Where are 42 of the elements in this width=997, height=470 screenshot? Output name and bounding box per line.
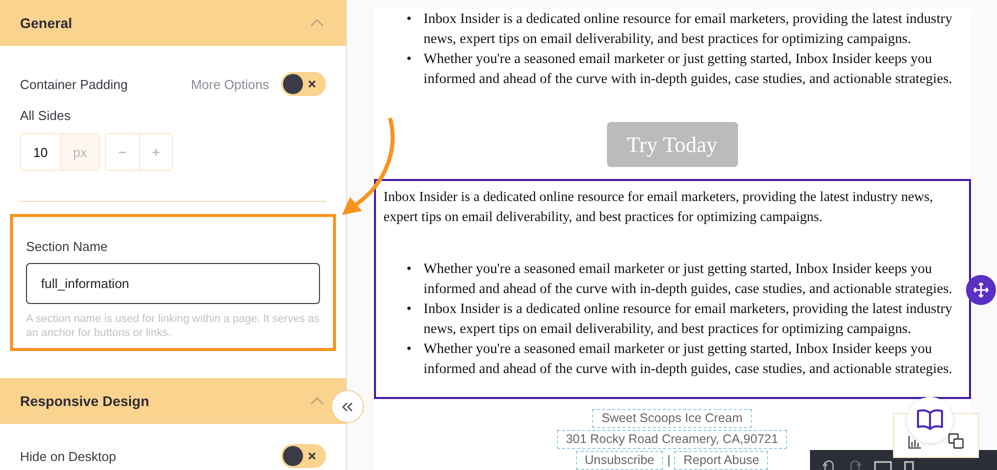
report-abuse-link[interactable]: Report Abuse bbox=[674, 451, 768, 470]
chart-icon[interactable] bbox=[908, 435, 922, 449]
mobile-icon[interactable] bbox=[904, 460, 914, 470]
toggle-switch[interactable] bbox=[281, 444, 326, 468]
number-field[interactable]: 10 px bbox=[20, 133, 100, 171]
book-icon bbox=[917, 409, 943, 431]
company-address: 301 Rocky Road Creamery, CA,90721 bbox=[556, 430, 788, 449]
selected-block[interactable] bbox=[374, 179, 970, 399]
more-options-label: More Options bbox=[190, 76, 269, 92]
desktop-icon[interactable] bbox=[874, 460, 892, 470]
help-text: A section name is used for linking within a page. It serves as an anchor for buttons or links. bbox=[26, 312, 320, 340]
section-header[interactable]: Responsive Design bbox=[0, 378, 346, 424]
list-item: Whether you're a seasoned email marketer or just getting started, Inbox Insider keeps you informed and ahead of the curve with in-depth guides, case studies, and actionable strategies. bbox=[424, 260, 954, 299]
list-item: Whether you're a seasoned email marketer or just getting started, Inbox Insider keeps you informed and ahead of the curve with in-depth guides, case studies, and actionable strategies. bbox=[424, 340, 954, 379]
bullet: • bbox=[406, 50, 412, 69]
company-name: Sweet Scoops Ice Cream bbox=[592, 409, 752, 428]
paragraph: Inbox Insider is a dedicated online resource for email marketers, providing the latest industry news, expert tips on email deliverability, and best practices for optimizing campaigns. bbox=[384, 188, 934, 226]
section-title: General bbox=[20, 15, 72, 31]
copy-icon[interactable] bbox=[948, 433, 964, 449]
section-title: Responsive Design bbox=[20, 393, 150, 409]
bullet: • bbox=[406, 10, 412, 29]
unsubscribe-link[interactable]: Unsubscribe bbox=[576, 451, 664, 470]
close-icon bbox=[307, 79, 317, 89]
move-handle[interactable] bbox=[966, 275, 996, 305]
bullet: • bbox=[406, 300, 412, 319]
double-chevron-left-icon bbox=[342, 402, 354, 412]
field-label: Hide on Desktop bbox=[20, 448, 116, 464]
toggle-switch[interactable] bbox=[281, 72, 326, 96]
list-item: Whether you're a seasoned email marketer or just getting started, Inbox Insider keeps you informed and ahead of the curve with in-depth guides, case studies, and actionable strategies. bbox=[424, 50, 954, 89]
separator: | bbox=[667, 453, 670, 468]
section-header[interactable]: General bbox=[0, 0, 346, 46]
bullet: • bbox=[406, 340, 412, 359]
field-label: Container Padding bbox=[20, 76, 128, 92]
redo-icon[interactable] bbox=[848, 460, 862, 470]
list-item: Inbox Insider is a dedicated online resource for email marketers, providing the latest industry news, expert tips on email deliverability, and best practices for optimizing campaigns. bbox=[424, 300, 954, 339]
bullet: • bbox=[406, 260, 412, 279]
list-item: Inbox Insider is a dedicated online resource for email marketers, providing the latest industry news, expert tips on email deliverability, and best practices for optimizing campaigns. bbox=[424, 10, 954, 49]
close-icon bbox=[307, 451, 317, 461]
field-label: All Sides bbox=[20, 108, 72, 123]
input-field[interactable]: full_information bbox=[26, 263, 320, 304]
field-label: Section Name bbox=[26, 239, 109, 254]
undo-icon[interactable] bbox=[822, 460, 836, 470]
